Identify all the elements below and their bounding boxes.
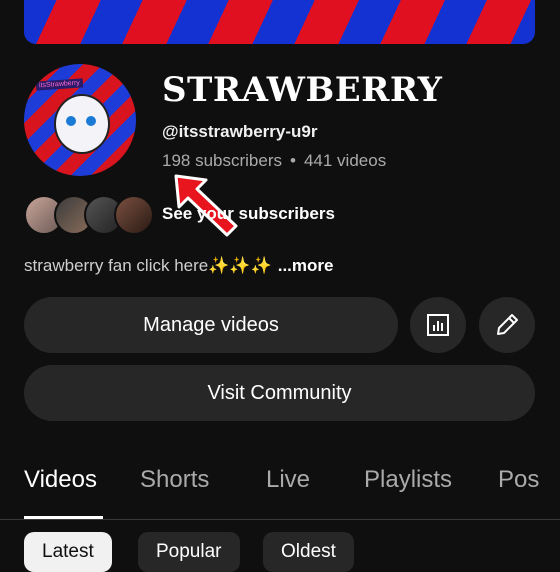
channel-tabs: Videos Shorts Live Playlists Pos bbox=[0, 466, 560, 520]
avatar-character bbox=[54, 94, 110, 154]
visit-community-button[interactable]: Visit Community bbox=[24, 365, 535, 421]
edit-channel-button[interactable] bbox=[479, 297, 535, 353]
channel-description[interactable]: strawberry fan click here✨✨✨ ...more bbox=[24, 256, 333, 276]
description-text: strawberry fan click here✨✨✨ bbox=[24, 256, 272, 275]
tab-live[interactable]: Live bbox=[266, 466, 310, 494]
subscriber-count: 198 subscribers bbox=[162, 151, 283, 170]
channel-avatar[interactable]: itsStrawberry bbox=[24, 64, 136, 176]
see-subscribers-link[interactable]: See your subscribers bbox=[162, 204, 335, 224]
channel-name: STRAWBERRY bbox=[162, 70, 443, 110]
stats-separator: • bbox=[290, 151, 296, 170]
filter-chip-oldest[interactable]: Oldest bbox=[263, 532, 354, 572]
analytics-button[interactable] bbox=[410, 297, 466, 353]
channel-stats: 198 subscribers • 441 videos bbox=[162, 151, 386, 171]
channel-handle: @itsstrawberry-u9r bbox=[162, 122, 318, 141]
tab-posts[interactable]: Pos bbox=[498, 466, 539, 494]
subscriber-avatar bbox=[114, 195, 154, 235]
tabs-divider bbox=[0, 519, 560, 520]
tab-shorts[interactable]: Shorts bbox=[140, 466, 209, 494]
pencil-icon bbox=[497, 314, 518, 335]
filter-chip-popular[interactable]: Popular bbox=[138, 532, 240, 572]
tab-playlists[interactable]: Playlists bbox=[364, 466, 452, 494]
avatar-logo-text: itsStrawberry bbox=[35, 78, 84, 91]
channel-banner[interactable] bbox=[24, 0, 535, 44]
video-count: 441 videos bbox=[303, 151, 387, 170]
tab-videos[interactable]: Videos bbox=[24, 466, 97, 494]
subscriber-avatars[interactable] bbox=[24, 195, 154, 235]
more-link[interactable]: ...more bbox=[278, 256, 334, 275]
manage-videos-button[interactable]: Manage videos bbox=[24, 297, 398, 353]
analytics-icon bbox=[427, 314, 449, 336]
filter-chip-latest[interactable]: Latest bbox=[24, 532, 112, 572]
